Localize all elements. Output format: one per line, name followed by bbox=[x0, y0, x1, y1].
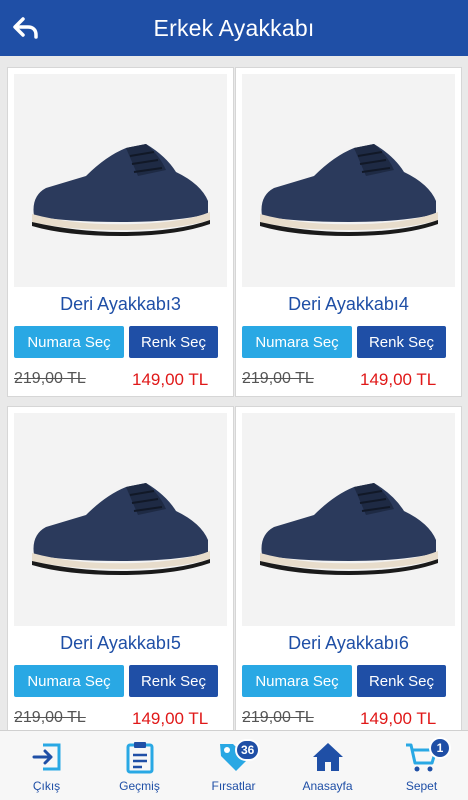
logout-icon bbox=[32, 743, 60, 771]
shoe-image bbox=[31, 482, 210, 575]
home-icon bbox=[312, 743, 343, 771]
nav-logout[interactable]: Çıkış bbox=[0, 731, 93, 800]
product-name[interactable]: Deri Ayakkabı3 bbox=[8, 294, 233, 315]
select-size-button[interactable]: Numara Seç bbox=[242, 665, 352, 697]
product-image[interactable] bbox=[14, 74, 227, 287]
product-image[interactable] bbox=[242, 413, 455, 626]
product-name[interactable]: Deri Ayakkabı4 bbox=[236, 294, 461, 315]
shoe-image bbox=[259, 482, 438, 575]
select-size-button[interactable]: Numara Seç bbox=[14, 665, 124, 697]
product-image[interactable] bbox=[242, 74, 455, 287]
nav-cart[interactable]: 1 Sepet bbox=[375, 731, 468, 800]
nav-label: Çıkış bbox=[32, 779, 61, 793]
old-price: 219,00 TL bbox=[242, 709, 314, 726]
select-size-button[interactable]: Numara Seç bbox=[242, 326, 352, 358]
clipboard-icon bbox=[126, 742, 153, 774]
cart-badge: 1 bbox=[429, 737, 451, 759]
app-header: Erkek Ayakkabı bbox=[0, 0, 468, 56]
product-card[interactable]: Deri Ayakkabı5 Numara Seç Renk Seç 219,0… bbox=[7, 406, 234, 730]
product-image[interactable] bbox=[14, 413, 227, 626]
nav-deals[interactable]: 36 Fırsatlar bbox=[187, 731, 280, 800]
product-card[interactable]: Deri Ayakkabı4 Numara Seç Renk Seç 219,0… bbox=[235, 67, 462, 397]
select-color-button[interactable]: Renk Seç bbox=[357, 326, 446, 358]
product-name[interactable]: Deri Ayakkabı5 bbox=[8, 633, 233, 654]
current-price: 149,00 TL bbox=[132, 709, 209, 728]
current-price: 149,00 TL bbox=[360, 709, 437, 728]
back-arrow-icon bbox=[13, 17, 38, 39]
bottom-navigation: Çıkış Geçmiş 36 Fırsatlar Anasayfa 1 Sep… bbox=[0, 730, 468, 800]
product-name[interactable]: Deri Ayakkabı6 bbox=[236, 633, 461, 654]
nav-label: Sepet bbox=[405, 779, 438, 793]
deals-badge: 36 bbox=[235, 739, 261, 761]
nav-label: Fırsatlar bbox=[211, 779, 256, 793]
shoe-image bbox=[259, 143, 438, 236]
nav-home[interactable]: Anasayfa bbox=[281, 731, 374, 800]
page-title: Erkek Ayakkabı bbox=[153, 14, 315, 41]
nav-label: Anasayfa bbox=[302, 779, 353, 793]
nav-label: Geçmiş bbox=[119, 779, 160, 793]
product-grid: Deri Ayakkabı3 Numara Seç Renk Seç 219,0… bbox=[0, 56, 468, 730]
back-button[interactable] bbox=[6, 8, 46, 48]
nav-history[interactable]: Geçmiş bbox=[93, 731, 186, 800]
shoe-image bbox=[31, 143, 210, 236]
old-price: 219,00 TL bbox=[14, 370, 86, 387]
old-price: 219,00 TL bbox=[14, 709, 86, 726]
current-price: 149,00 TL bbox=[132, 370, 209, 389]
product-card[interactable]: Deri Ayakkabı3 Numara Seç Renk Seç 219,0… bbox=[7, 67, 234, 397]
product-card[interactable]: Deri Ayakkabı6 Numara Seç Renk Seç 219,0… bbox=[235, 406, 462, 730]
old-price: 219,00 TL bbox=[242, 370, 314, 387]
select-color-button[interactable]: Renk Seç bbox=[357, 665, 446, 697]
select-color-button[interactable]: Renk Seç bbox=[129, 326, 218, 358]
select-color-button[interactable]: Renk Seç bbox=[129, 665, 218, 697]
select-size-button[interactable]: Numara Seç bbox=[14, 326, 124, 358]
current-price: 149,00 TL bbox=[360, 370, 437, 389]
